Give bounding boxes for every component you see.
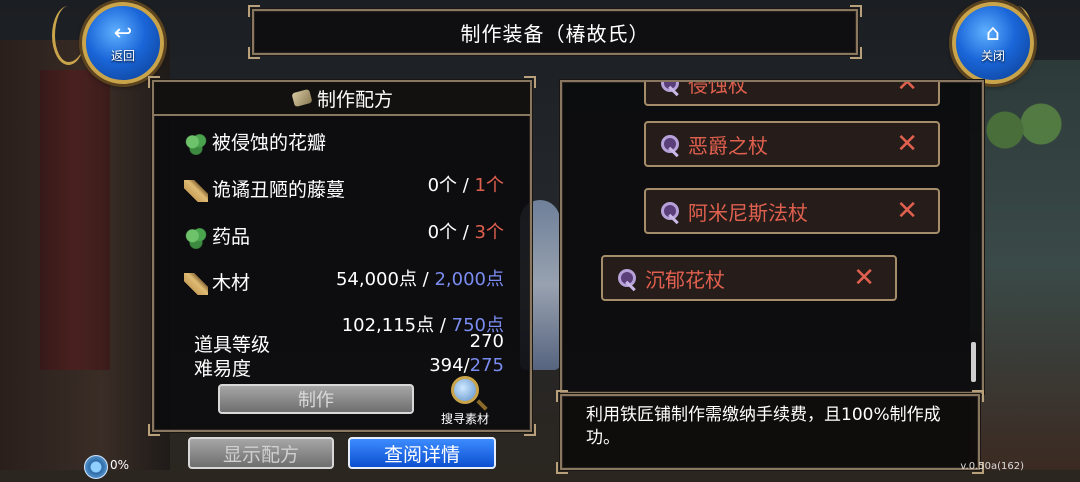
- connection-status-icon: [84, 455, 108, 479]
- amount-separator: /: [434, 315, 452, 336]
- material-name: 被侵蚀的花瓣: [212, 132, 327, 154]
- show-recipe-button[interactable]: 显示配方: [188, 437, 334, 469]
- material-name: 诡谲丑陋的藤蔓: [212, 179, 346, 201]
- amount-separator: /: [457, 175, 475, 196]
- version-text: v.0.50a(162): [960, 461, 1024, 472]
- list-scrollbar[interactable]: [971, 342, 976, 382]
- magnifier-icon: [451, 376, 479, 404]
- wood-icon: [184, 179, 208, 202]
- equipment-list-panel: 侵蚀杖 ✕ 恶爵之杖 ✕ 阿米尼斯法杖 ✕ 沉郁花杖 ✕: [560, 80, 984, 394]
- recipe-header: 制作配方: [154, 82, 530, 116]
- material-need: 1个: [474, 175, 504, 196]
- status-percent: 0%: [110, 458, 130, 472]
- material-name-row: 诡谲丑陋的藤蔓: [184, 175, 345, 202]
- list-item-name: 侵蚀杖: [688, 80, 748, 97]
- material-name: 药品: [212, 226, 251, 248]
- list-item[interactable]: 侵蚀杖 ✕: [644, 80, 940, 106]
- close-icon: ✕: [896, 80, 918, 98]
- close-icon: ✕: [896, 196, 918, 226]
- difficulty-value: 394/275: [429, 355, 504, 376]
- close-button[interactable]: ⌂ 关闭: [952, 2, 1034, 84]
- search-materials-button[interactable]: 搜寻素材: [430, 376, 500, 426]
- home-icon: ⌂: [986, 20, 1000, 46]
- difficulty-target: 275: [469, 355, 504, 376]
- list-item-name: 恶爵之杖: [688, 133, 768, 158]
- staff-icon: [658, 199, 682, 223]
- info-box: 利用铁匠铺制作需缴纳手续费，且100%制作成功。: [556, 390, 984, 474]
- material-need: 2,000点: [434, 269, 504, 290]
- search-materials-label: 搜寻素材: [440, 412, 489, 426]
- back-button-ornament: [52, 6, 85, 65]
- material-have: 0个: [427, 175, 458, 196]
- amount-separator: /: [457, 222, 475, 243]
- list-item[interactable]: 恶爵之杖 ✕: [644, 121, 940, 167]
- material-name: 木材: [212, 272, 251, 294]
- item-level-value: 270: [469, 331, 504, 352]
- list-item-name: 沉郁花杖: [645, 267, 725, 292]
- list-item[interactable]: 沉郁花杖 ✕: [601, 255, 897, 301]
- staff-icon: [658, 82, 682, 95]
- difficulty-current: 394/: [429, 355, 470, 376]
- amount-separator: /: [416, 269, 435, 290]
- material-have: 102,115点: [341, 315, 435, 336]
- list-item[interactable]: 阿米尼斯法杖 ✕: [644, 188, 940, 234]
- wood-icon: [184, 272, 208, 295]
- scene-curtain: [40, 70, 110, 370]
- leaf-icon: [184, 226, 208, 249]
- material-name-row: 被侵蚀的花瓣: [184, 128, 326, 155]
- recipe-title: 制作配方: [316, 88, 393, 111]
- list-item-name: 阿米尼斯法杖: [688, 200, 808, 225]
- recipe-scroll-icon: [291, 88, 313, 108]
- recipe-panel: 制作配方 被侵蚀的花瓣 0个 / 1个 诡谲丑陋的藤蔓 0个 / 3个 药品 5…: [148, 76, 536, 436]
- craft-button-label: 制作: [298, 390, 334, 411]
- view-details-label: 查阅详情: [383, 443, 460, 466]
- difficulty-label: 难易度: [194, 358, 252, 380]
- back-button-label: 返回: [110, 48, 135, 63]
- close-button-label: 关闭: [980, 48, 1005, 63]
- back-button[interactable]: ↩ 返回: [82, 2, 164, 84]
- info-text: 利用铁匠铺制作需缴纳手续费，且100%制作成功。: [586, 405, 941, 448]
- staff-icon: [658, 132, 682, 156]
- close-icon: ✕: [853, 263, 875, 293]
- back-arrow-icon: ↩: [113, 20, 133, 46]
- scene-plants: [978, 100, 1068, 160]
- title-bar: 制作装备（椿故氏）: [248, 5, 862, 59]
- leaf-icon: [184, 132, 208, 155]
- page-title: 制作装备（椿故氏）: [460, 21, 650, 46]
- view-details-button[interactable]: 查阅详情: [348, 437, 496, 469]
- material-have: 54,000点: [335, 269, 417, 290]
- show-recipe-label: 显示配方: [222, 443, 299, 466]
- material-have: 0个: [427, 222, 458, 243]
- material-name-row: 木材: [184, 268, 250, 295]
- material-need: 3个: [474, 222, 504, 243]
- craft-button[interactable]: 制作: [218, 384, 414, 414]
- staff-icon: [615, 266, 639, 290]
- close-icon: ✕: [896, 129, 918, 159]
- material-name-row: 药品: [184, 222, 250, 249]
- item-level-label: 道具等级: [194, 334, 271, 356]
